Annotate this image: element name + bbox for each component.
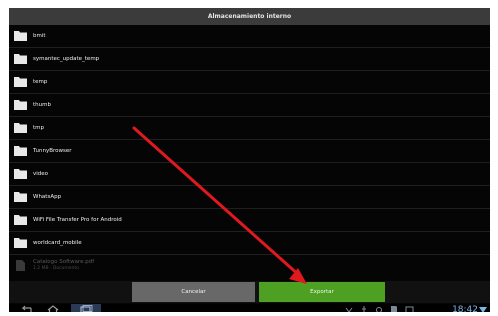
red-annotation-arrow [132, 126, 307, 284]
